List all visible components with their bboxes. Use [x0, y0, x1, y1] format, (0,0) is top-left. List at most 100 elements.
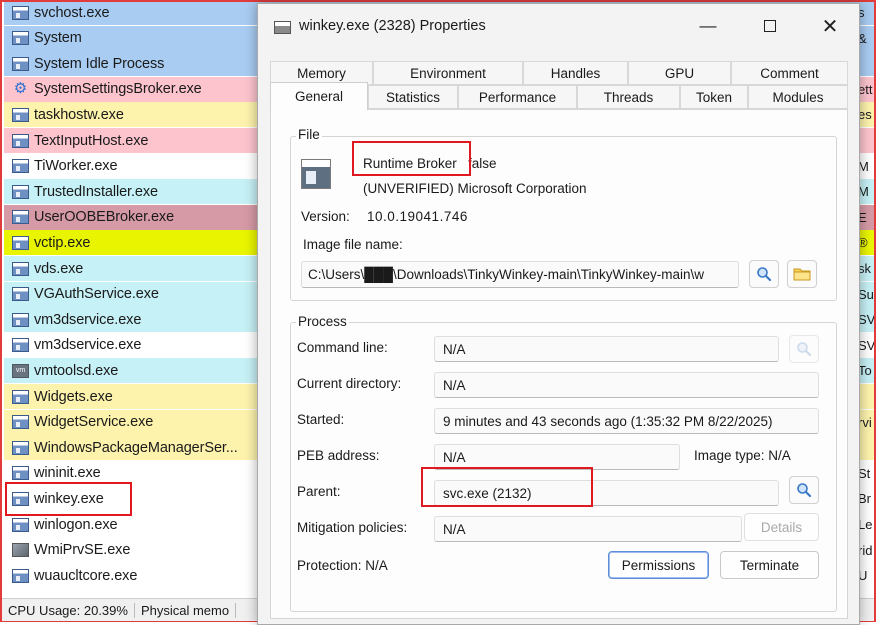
process-column-edge-text	[858, 51, 874, 76]
gear-icon: ⚙	[13, 80, 28, 98]
executable-file-icon	[301, 159, 331, 189]
cpu-usage-status: CPU Usage: 20.39%	[2, 602, 135, 618]
minimize-icon: —	[699, 16, 717, 35]
tab-label: Statistics	[385, 89, 440, 105]
tab-general[interactable]: General	[270, 82, 368, 110]
process-name: wuaucltcore.exe	[34, 567, 138, 584]
process-name: SystemSettingsBroker.exe	[34, 81, 202, 98]
command-line-label: Command line:	[297, 340, 388, 355]
process-name: vds.exe	[34, 260, 84, 277]
window-icon	[12, 133, 29, 148]
window-icon	[12, 415, 29, 430]
process-column-edge-text	[858, 435, 874, 460]
window-icon	[12, 312, 29, 327]
tab-comment[interactable]: Comment	[731, 61, 848, 85]
started-label: Started:	[297, 412, 345, 427]
maximize-button[interactable]	[748, 10, 792, 42]
process-name: wininit.exe	[34, 465, 101, 482]
search-icon	[757, 267, 772, 282]
process-column-edge-text	[858, 384, 874, 409]
window-icon	[12, 491, 29, 506]
window-icon	[12, 107, 29, 122]
started-field[interactable]: 9 minutes and 43 seconds ago (1:35:32 PM…	[434, 408, 819, 434]
close-button[interactable]: ✕	[808, 10, 852, 42]
properties-dialog: winkey.exe (2328) Properties — ✕ Memory …	[257, 3, 860, 625]
process-name: System Idle Process	[34, 55, 165, 72]
image-file-label: Image file name:	[303, 237, 403, 252]
tab-modules[interactable]: Modules	[748, 85, 848, 109]
process-name: winkey.exe	[34, 490, 104, 507]
dialog-titlebar[interactable]: winkey.exe (2328) Properties — ✕	[258, 4, 859, 48]
company-name: (UNVERIFIED) Microsoft Corporation	[363, 181, 587, 196]
process-column-edge-text: rid	[858, 542, 873, 558]
window-icon	[12, 287, 29, 302]
process-column-edge-text: &	[858, 30, 867, 46]
tab-label: Comment	[760, 65, 819, 81]
image-file-path-field[interactable]: C:\Users\███\Downloads\TinkyWinkey-main\…	[301, 261, 739, 288]
window-icon	[12, 56, 29, 71]
parent-search-button[interactable]	[789, 476, 819, 504]
tab-environment[interactable]: Environment	[373, 61, 523, 85]
process-column-edge-text: U	[858, 568, 868, 584]
tab-statistics[interactable]: Statistics	[368, 85, 458, 109]
process-column-edge-text: Le	[858, 517, 873, 532]
window-icon	[12, 5, 29, 20]
process-name: vm3dservice.exe	[34, 337, 142, 354]
folder-icon	[793, 268, 811, 281]
process-name: WidgetService.exe	[34, 414, 154, 431]
general-tab-panel: File Runtime Broker false (UNVERIFIED) M…	[270, 109, 848, 619]
file-description: Runtime Broker	[363, 156, 457, 171]
current-directory-label: Current directory:	[297, 376, 402, 391]
terminate-button[interactable]: Terminate	[720, 551, 819, 579]
tab-label: Performance	[478, 89, 557, 105]
dialog-title: winkey.exe (2328) Properties	[299, 18, 486, 34]
wmi-icon	[12, 543, 29, 558]
process-name: winlogon.exe	[34, 516, 118, 533]
command-line-field[interactable]: N/A	[434, 336, 779, 362]
permissions-button[interactable]: Permissions	[608, 551, 709, 579]
process-name: TrustedInstaller.exe	[34, 183, 158, 200]
current-directory-field[interactable]: N/A	[434, 372, 819, 398]
app-window-icon	[274, 21, 291, 34]
process-name: vm3dservice.exe	[34, 311, 142, 328]
process-column-edge-text: Br	[858, 491, 871, 507]
process-column-edge-text	[858, 128, 874, 153]
peb-address-field[interactable]: N/A	[434, 444, 680, 470]
minimize-button[interactable]: —	[686, 10, 730, 42]
tab-gpu[interactable]: GPU	[628, 61, 731, 85]
process-column-edge-text: rvi	[858, 414, 872, 430]
process-column-edge-text: M	[858, 184, 869, 200]
command-line-search-button[interactable]	[789, 335, 819, 363]
process-name: System	[34, 30, 82, 47]
tab-label: Token	[695, 89, 733, 105]
process-name: WmiPrvSE.exe	[34, 542, 131, 559]
process-column-edge-text: sk	[858, 261, 871, 276]
process-name: vmtoolsd.exe	[34, 362, 119, 379]
physical-memory-status: Physical memo	[135, 602, 237, 618]
search-icon	[797, 483, 812, 498]
tab-label: Threads	[603, 89, 654, 105]
process-column-edge-text: SV	[858, 312, 876, 328]
window-icon	[12, 389, 29, 404]
window-icon	[12, 184, 29, 199]
window-icon	[12, 235, 29, 250]
image-search-button[interactable]	[749, 260, 779, 288]
tab-label: GPU	[664, 65, 695, 81]
tab-label: Modules	[772, 89, 824, 105]
window-icon	[12, 159, 29, 174]
details-button[interactable]: Details	[744, 513, 819, 541]
tab-token[interactable]: Token	[680, 85, 748, 109]
mitigation-policies-field[interactable]: N/A	[434, 516, 742, 542]
tab-handles[interactable]: Handles	[523, 61, 628, 85]
open-folder-button[interactable]	[787, 260, 817, 288]
tab-threads[interactable]: Threads	[577, 85, 680, 109]
tab-performance[interactable]: Performance	[458, 85, 577, 109]
process-column-edge-text: es	[858, 107, 872, 123]
process-column-edge-text: SV	[858, 337, 876, 353]
process-name: VGAuthService.exe	[34, 286, 159, 303]
window-icon	[12, 210, 29, 225]
tab-label: Memory	[297, 65, 346, 81]
parent-field[interactable]: svc.exe (2132)	[434, 480, 779, 506]
process-column-edge-text: E	[858, 209, 867, 225]
process-name: svchost.exe	[34, 4, 110, 21]
